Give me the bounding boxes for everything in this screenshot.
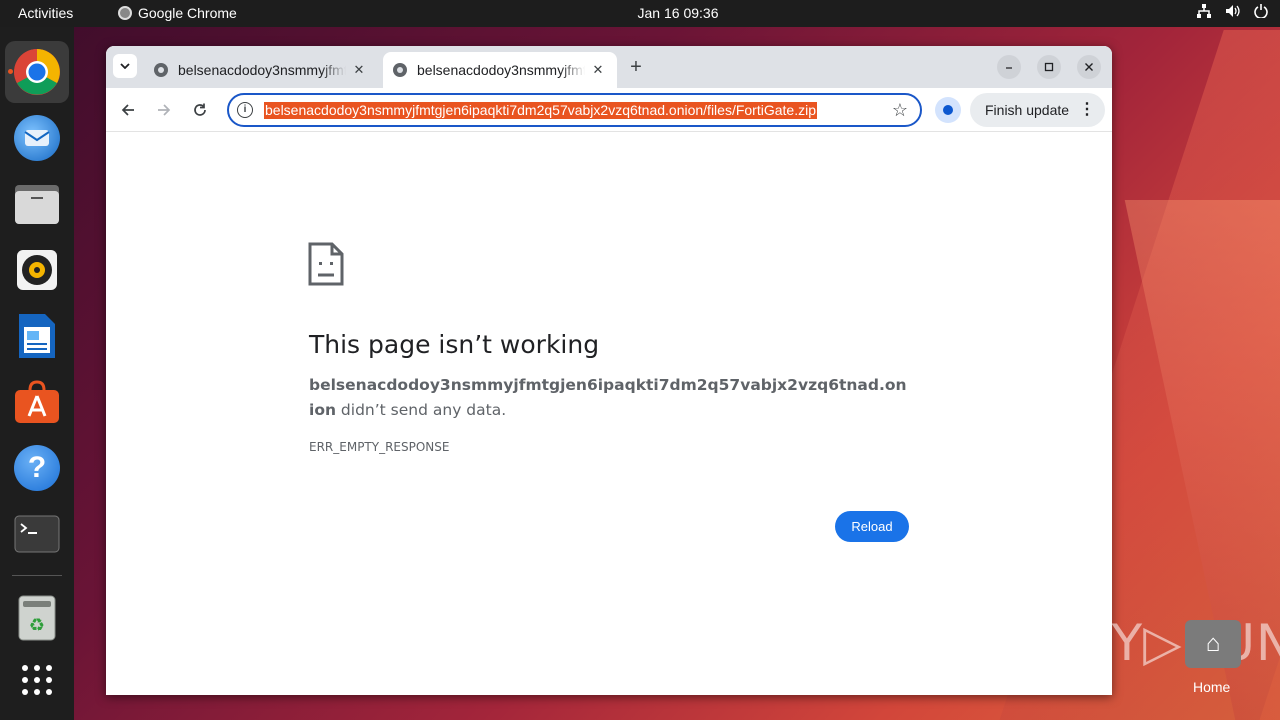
dock-separator xyxy=(12,575,62,576)
page-content: This page isn’t working belsenacdodoy3ns… xyxy=(106,133,1112,695)
dock-show-apps[interactable] xyxy=(5,649,69,711)
chrome-icon xyxy=(14,49,60,95)
new-tab-button[interactable]: + xyxy=(624,56,648,80)
error-title: This page isn’t working xyxy=(309,330,600,359)
site-info-icon[interactable]: i xyxy=(237,102,253,118)
error-code: ERR_EMPTY_RESPONSE xyxy=(309,440,450,454)
url-text[interactable]: belsenacdodoy3nsmmyjfmtgjen6ipaqkti7dm2q… xyxy=(264,102,817,119)
address-bar[interactable]: i belsenacdodoy3nsmmyjfmtgjen6ipaqkti7dm… xyxy=(227,93,922,127)
tab-title: belsenacdodoy3nsmmyjfmtgjen6ipaqkti7dm2q… xyxy=(417,62,585,78)
thunderbird-icon xyxy=(14,115,60,161)
dock-chrome[interactable] xyxy=(5,41,69,103)
error-message: belsenacdodoy3nsmmyjfmtgjen6ipaqkti7dm2q… xyxy=(309,373,909,423)
dock-writer[interactable] xyxy=(5,305,69,367)
dock: ? ♻ xyxy=(0,27,74,720)
dock-rhythmbox[interactable] xyxy=(5,239,69,301)
files-icon xyxy=(15,185,59,224)
back-arrow-icon xyxy=(121,104,134,116)
running-indicator xyxy=(8,69,13,74)
power-icon xyxy=(1254,4,1268,18)
maximize-icon xyxy=(1044,62,1054,72)
minimize-button[interactable] xyxy=(997,55,1021,79)
forward-arrow-icon xyxy=(158,104,171,116)
anyrun-watermark: ANY▷RUN xyxy=(1038,614,1280,672)
maximize-button[interactable] xyxy=(1037,55,1061,79)
sad-page-icon xyxy=(308,242,344,286)
tab-strip: belsenacdodoy3nsmmyjfmtgjen6ipaqkti7dm2q… xyxy=(106,46,1112,88)
error-message-suffix: didn’t send any data. xyxy=(336,401,507,419)
reload-button[interactable] xyxy=(188,98,212,122)
top-bar: Activities Google Chrome Jan 16 09:36 xyxy=(0,0,1280,27)
dock-thunderbird[interactable] xyxy=(5,107,69,169)
back-button[interactable] xyxy=(116,98,140,122)
close-tab-icon[interactable]: ✕ xyxy=(589,62,607,78)
writer-icon xyxy=(19,314,55,358)
dock-files[interactable] xyxy=(5,173,69,235)
app-center-icon xyxy=(15,380,59,423)
finish-update-button[interactable]: Finish update ⋮ xyxy=(970,93,1105,127)
chevron-down-icon xyxy=(120,63,130,69)
close-window-button[interactable] xyxy=(1077,55,1101,79)
finish-update-label: Finish update xyxy=(985,102,1070,118)
tab-1[interactable]: belsenacdodoy3nsmmyjfmtgjen6ipaqkti7dm2q… xyxy=(144,52,378,88)
clock[interactable]: Jan 16 09:36 xyxy=(0,5,1280,21)
terminal-icon xyxy=(14,515,60,553)
svg-text:♻: ♻ xyxy=(29,615,45,636)
dock-trash[interactable]: ♻ xyxy=(5,587,69,649)
rhythmbox-icon xyxy=(17,250,57,290)
dock-app-center[interactable] xyxy=(5,371,69,433)
chrome-window: belsenacdodoy3nsmmyjfmtgjen6ipaqkti7dm2q… xyxy=(106,46,1112,695)
reload-page-button[interactable]: Reload xyxy=(835,511,909,542)
home-folder-label[interactable]: Home xyxy=(1193,679,1230,695)
toolbar: i belsenacdodoy3nsmmyjfmtgjen6ipaqkti7dm… xyxy=(106,88,1112,132)
tab-search-button[interactable] xyxy=(113,54,137,78)
globe-icon xyxy=(393,63,407,77)
globe-icon xyxy=(154,63,168,77)
dock-terminal[interactable] xyxy=(5,503,69,565)
network-icon xyxy=(1197,4,1211,18)
volume-icon xyxy=(1226,5,1240,17)
system-tray[interactable] xyxy=(1197,4,1268,18)
home-folder-icon[interactable]: ⌂ xyxy=(1185,620,1241,668)
close-tab-icon[interactable]: ✕ xyxy=(350,62,368,78)
minimize-icon xyxy=(1006,67,1012,69)
trash-icon: ♻ xyxy=(18,595,56,641)
profile-avatar[interactable] xyxy=(935,97,961,123)
help-icon: ? xyxy=(14,445,60,491)
reload-icon xyxy=(194,103,206,116)
show-apps-icon xyxy=(22,665,52,695)
forward-button[interactable] xyxy=(152,98,176,122)
close-icon xyxy=(1085,63,1093,71)
dock-help[interactable]: ? xyxy=(5,437,69,499)
bookmark-star-icon[interactable]: ☆ xyxy=(892,100,908,121)
tab-2-active[interactable]: belsenacdodoy3nsmmyjfmtgjen6ipaqkti7dm2q… xyxy=(383,52,617,88)
kebab-menu-icon[interactable]: ⋮ xyxy=(1079,99,1095,119)
tab-title: belsenacdodoy3nsmmyjfmtgjen6ipaqkti7dm2q… xyxy=(178,62,346,78)
